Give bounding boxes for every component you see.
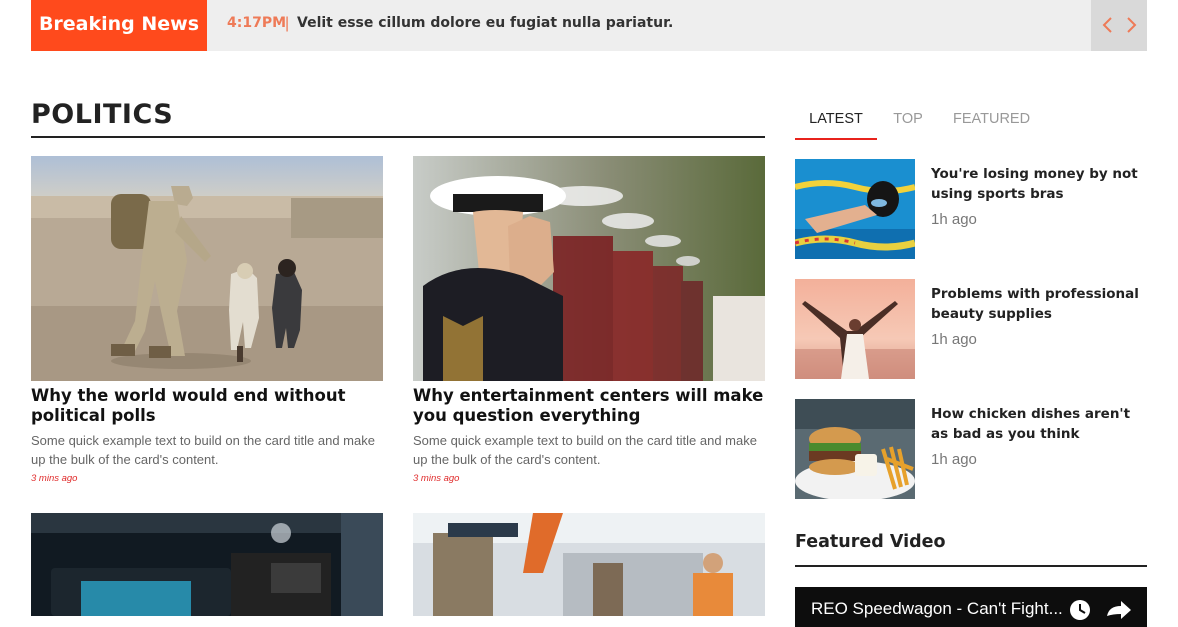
- list-item-time: 1h ago: [931, 331, 977, 348]
- article-title[interactable]: Why the world would end without politica…: [31, 386, 383, 426]
- breaking-news-separator: |: [285, 15, 290, 32]
- list-item: Problems with professional beauty suppli…: [795, 279, 1147, 379]
- list-item-title[interactable]: You're losing money by not using sports …: [931, 164, 1151, 204]
- breaking-news-bar: Breaking News 4:17PM | Velit esse cillum…: [31, 0, 1147, 51]
- tab-top[interactable]: TOP: [891, 104, 925, 140]
- video-title[interactable]: REO Speedwagon - Can't Fight...: [811, 599, 1063, 619]
- article-card: Why entertainment centers will make you …: [413, 156, 765, 484]
- tab-featured[interactable]: FEATURED: [953, 104, 1030, 140]
- article-card: [31, 513, 383, 616]
- list-item-title[interactable]: Problems with professional beauty suppli…: [931, 284, 1151, 324]
- article-image[interactable]: [413, 156, 765, 381]
- article-excerpt: Some quick example text to build on the …: [413, 433, 757, 467]
- chevron-left-icon[interactable]: [1099, 15, 1117, 35]
- article-timestamp: 3 mins ago: [31, 473, 78, 484]
- sidebar-tabs: LATEST TOP FEATURED: [795, 104, 1147, 140]
- chevron-right-icon[interactable]: [1122, 15, 1140, 35]
- breaking-news-label[interactable]: Breaking News: [31, 0, 207, 51]
- article-title[interactable]: Why entertainment centers will make you …: [413, 386, 765, 426]
- clock-icon[interactable]: [1070, 600, 1090, 620]
- tab-latest[interactable]: LATEST: [795, 104, 877, 140]
- article-image[interactable]: [31, 156, 383, 381]
- featured-video-heading: Featured Video: [795, 532, 946, 552]
- list-item-title[interactable]: How chicken dishes aren't as bad as you …: [931, 404, 1151, 444]
- article-excerpt: Some quick example text to build on the …: [31, 433, 375, 467]
- breaking-news-headline[interactable]: Velit esse cillum dolore eu fugiat nulla…: [297, 0, 673, 51]
- article-image[interactable]: [413, 513, 765, 616]
- breaking-news-nav: [1091, 0, 1147, 51]
- featured-video-divider: [795, 565, 1147, 567]
- article-card: Why the world would end without politica…: [31, 156, 383, 484]
- video-player[interactable]: REO Speedwagon - Can't Fight...: [795, 587, 1147, 627]
- list-item-thumbnail[interactable]: [795, 279, 915, 379]
- list-item-thumbnail[interactable]: [795, 399, 915, 499]
- article-card: [413, 513, 765, 616]
- breaking-news-time: 4:17PM: [227, 15, 287, 31]
- article-timestamp: 3 mins ago: [413, 473, 460, 484]
- section-divider: [31, 136, 765, 138]
- article-image[interactable]: [31, 513, 383, 616]
- share-icon[interactable]: [1107, 601, 1131, 619]
- list-item: How chicken dishes aren't as bad as you …: [795, 399, 1147, 499]
- list-item-time: 1h ago: [931, 451, 977, 468]
- list-item-thumbnail[interactable]: [795, 159, 915, 259]
- list-item: You're losing money by not using sports …: [795, 159, 1147, 259]
- list-item-time: 1h ago: [931, 211, 977, 228]
- section-title: POLITICS: [31, 99, 174, 130]
